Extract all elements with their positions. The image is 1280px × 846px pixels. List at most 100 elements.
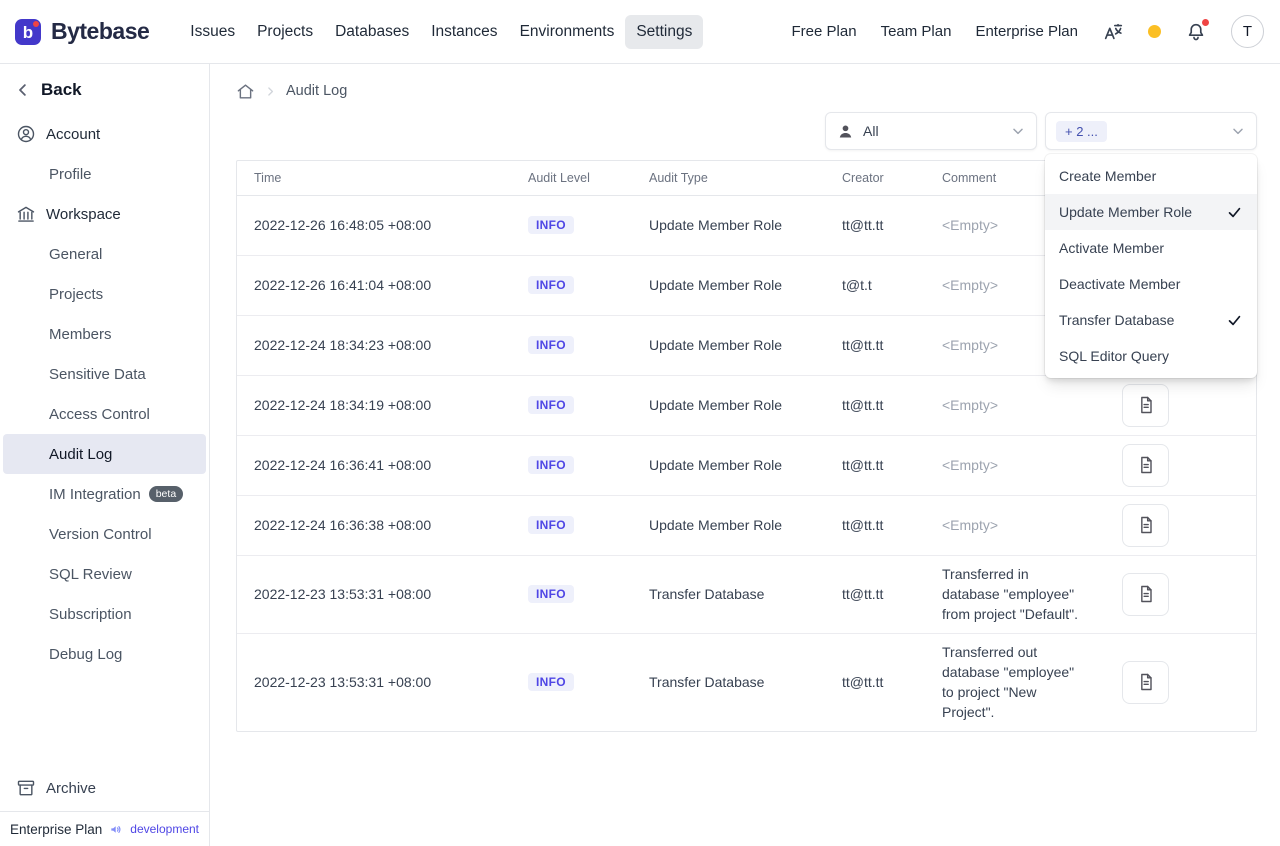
filter-row: All + 2 ... Create Member Update Member …: [236, 112, 1257, 378]
menu-item-label: Update Member Role: [1059, 204, 1193, 220]
column-header-audit-level: Audit Level: [511, 161, 632, 196]
document-icon: [1140, 585, 1152, 603]
sidebar-item-profile[interactable]: Profile: [3, 154, 206, 194]
announcement-dot-icon: [1148, 25, 1161, 38]
sidebar-item-label: Projects: [49, 285, 104, 303]
archive-label: Archive: [46, 779, 97, 797]
menu-item-label: Deactivate Member: [1059, 276, 1181, 292]
check-icon: [1228, 315, 1241, 325]
navbar-right: Free Plan Team Plan Enterprise Plan T: [792, 15, 1264, 48]
cell-time: 2022-12-26 16:41:04 +08:00: [237, 255, 511, 316]
cell-time: 2022-12-24 16:36:38 +08:00: [237, 495, 511, 556]
menu-item-activate-member[interactable]: Activate Member: [1045, 230, 1257, 266]
menu-item-create-member[interactable]: Create Member: [1045, 158, 1257, 194]
nav-item-settings[interactable]: Settings: [625, 14, 704, 49]
cell-creator: tt@tt.tt: [842, 674, 884, 691]
cell-time: 2022-12-23 13:53:31 +08:00: [254, 674, 432, 691]
audit-level-badge: INFO: [528, 673, 574, 692]
sidebar-item-sensitive-data[interactable]: Sensitive Data: [3, 354, 206, 394]
nav-item-databases[interactable]: Databases: [324, 15, 420, 49]
sidebar-item-general[interactable]: General: [3, 234, 206, 274]
sidebar-item-label: Subscription: [49, 605, 132, 623]
chevron-left-icon: [19, 84, 26, 96]
svg-text:b: b: [23, 23, 33, 42]
cell-audit-type: Transfer Database: [632, 555, 825, 634]
column-header-audit-type: Audit Type: [632, 161, 825, 196]
sidebar-item-subscription[interactable]: Subscription: [3, 594, 206, 634]
view-payload-button[interactable]: [1122, 503, 1169, 547]
sidebar-item-label: Profile: [49, 165, 92, 183]
nav-item-issues[interactable]: Issues: [179, 15, 246, 49]
sidebar-item-members[interactable]: Members: [3, 314, 206, 354]
audit-level-badge: INFO: [528, 336, 574, 354]
menu-item-sql-editor-query[interactable]: SQL Editor Query: [1045, 338, 1257, 374]
archive-icon: [17, 780, 35, 796]
sidebar-item-label: SQL Review: [49, 565, 132, 583]
enterprise-plan-link[interactable]: Enterprise Plan: [975, 23, 1078, 40]
creator-filter-value: All: [863, 123, 879, 139]
view-payload-button[interactable]: [1122, 383, 1169, 427]
sidebar-item-sql-review[interactable]: SQL Review: [3, 554, 206, 594]
nav-item-projects[interactable]: Projects: [246, 15, 324, 49]
notification-bell-icon[interactable]: [1185, 17, 1210, 43]
nav-item-environments[interactable]: Environments: [509, 15, 626, 49]
free-plan-link[interactable]: Free Plan: [792, 23, 857, 40]
main-nav: Issues Projects Databases Instances Envi…: [179, 14, 704, 49]
audit-level-badge: INFO: [528, 396, 574, 414]
bytebase-logo[interactable]: b Bytebase: [14, 18, 150, 46]
document-icon: [1140, 673, 1152, 691]
breadcrumb-current: Audit Log: [286, 83, 348, 99]
view-payload-button[interactable]: [1122, 572, 1169, 616]
notification-red-dot: [1201, 17, 1210, 27]
settings-sidebar: Back Account Profile Workspace General P…: [0, 64, 210, 846]
sidebar-section-account: Account: [0, 114, 209, 154]
menu-item-update-member-role[interactable]: Update Member Role: [1045, 194, 1257, 230]
team-plan-link[interactable]: Team Plan: [881, 23, 952, 40]
sidebar-item-projects[interactable]: Projects: [3, 274, 206, 314]
menu-item-transfer-database[interactable]: Transfer Database: [1045, 302, 1257, 338]
section-header-label: Workspace: [46, 205, 121, 223]
cell-time: 2022-12-26 16:48:05 +08:00: [237, 195, 511, 256]
sidebar-item-access-control[interactable]: Access Control: [3, 394, 206, 434]
main-content: Audit Log All + 2 ... Create Member Upda…: [210, 64, 1280, 846]
beta-badge: beta: [148, 486, 184, 502]
back-button[interactable]: Back: [0, 78, 209, 114]
logo-wordmark: Bytebase: [51, 18, 150, 44]
audit-level-badge: INFO: [528, 516, 574, 534]
section-header-label: Account: [46, 125, 101, 143]
footer-environment-label: development: [130, 822, 199, 836]
menu-item-deactivate-member[interactable]: Deactivate Member: [1045, 266, 1257, 302]
user-icon: [839, 124, 852, 137]
sidebar-item-version-control[interactable]: Version Control: [3, 514, 206, 554]
translate-icon[interactable]: [1102, 21, 1124, 43]
sidebar-footer: Enterprise Plan development: [0, 811, 209, 846]
app-root: b Bytebase Issues Projects Databases Ins…: [0, 0, 1280, 846]
cell-comment: Transferred in database "employee" from …: [925, 555, 1095, 634]
creator-filter-select[interactable]: All: [825, 112, 1037, 150]
cell-comment: <Empty>: [925, 375, 1095, 436]
cell-creator: tt@tt.tt: [825, 195, 925, 256]
cell-creator: tt@tt.tt: [825, 435, 925, 496]
sidebar-item-im-integration[interactable]: IM Integration beta: [3, 474, 206, 514]
column-header-creator: Creator: [825, 161, 925, 196]
nav-item-instances[interactable]: Instances: [420, 15, 508, 49]
view-payload-button[interactable]: [1122, 443, 1169, 487]
document-icon: [1140, 396, 1152, 414]
table-row: 2022-12-23 13:53:31 +08:00 INFO Transfer…: [237, 633, 1256, 731]
sidebar-item-label: Version Control: [49, 525, 152, 543]
archive-button[interactable]: Archive: [0, 765, 209, 811]
sidebar-item-audit-log[interactable]: Audit Log: [3, 434, 206, 474]
audit-level-badge: INFO: [528, 456, 574, 474]
cell-audit-type: Update Member Role: [632, 435, 825, 496]
sidebar-item-debug-log[interactable]: Debug Log: [3, 634, 206, 674]
sidebar-section-workspace: Workspace: [0, 194, 209, 234]
sidebar-item-label: Sensitive Data: [49, 365, 146, 383]
view-payload-button[interactable]: [1122, 660, 1169, 704]
avatar[interactable]: T: [1231, 15, 1264, 48]
chevron-down-icon: [1013, 128, 1023, 135]
cell-creator: tt@tt.tt: [825, 375, 925, 436]
menu-item-label: Activate Member: [1059, 240, 1165, 256]
audit-type-filter-select[interactable]: + 2 ...: [1045, 112, 1257, 150]
home-icon[interactable]: [236, 82, 255, 101]
cell-audit-type: Update Member Role: [632, 375, 825, 436]
